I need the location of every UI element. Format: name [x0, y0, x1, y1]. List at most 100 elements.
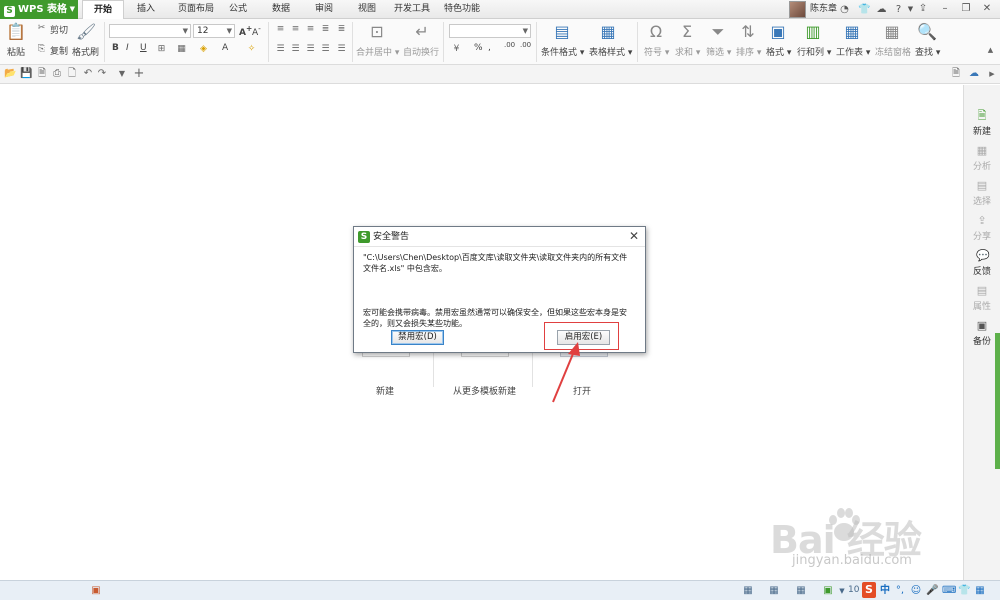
tab-dev-tools[interactable]: 开发工具 [390, 0, 434, 19]
wrap-text-icon[interactable]: ↵ [412, 22, 432, 42]
percent-button[interactable]: % [474, 43, 483, 53]
worksheet-icon[interactable]: ▦ [842, 22, 862, 42]
bold-button[interactable]: B [112, 43, 119, 53]
italic-button[interactable]: I [126, 43, 129, 53]
undo-icon[interactable]: ↶ [82, 68, 94, 80]
underline-button[interactable]: U [140, 43, 147, 53]
template-label[interactable]: 从更多模板新建 [453, 384, 516, 397]
freeze-panes-icon[interactable]: ▦ [882, 22, 902, 42]
decrease-decimal-button[interactable]: .00 [520, 41, 531, 49]
format-painter-button[interactable]: 格式刷 [72, 45, 99, 58]
justify-icon[interactable]: ☰ [320, 44, 331, 55]
message-icon[interactable]: ◔ [838, 3, 851, 16]
cell-border-icon[interactable]: ▦ [176, 44, 187, 55]
chevron-down-icon[interactable]: ▼ [836, 585, 848, 597]
disable-macros-button[interactable]: 禁用宏(D) [391, 330, 444, 345]
keyboard-icon[interactable]: ⌨ [942, 585, 956, 597]
dialog-title-bar[interactable]: S 安全警告 ✕ [354, 227, 645, 247]
customize-dropdown-icon[interactable]: ▼ [116, 68, 128, 80]
rp-select[interactable]: ▤ 选择 [964, 180, 1000, 208]
tab-special[interactable]: 特色功能 [442, 0, 482, 19]
paste-icon[interactable]: 📋 [6, 22, 26, 42]
rp-share[interactable]: ⇪ 分享 [964, 215, 1000, 243]
row-column-button[interactable]: 行和列 ▾ [797, 45, 831, 58]
skin-icon[interactable]: 👕 [858, 3, 871, 16]
currency-icon[interactable]: ¥ [451, 44, 462, 55]
mic-icon[interactable]: 🎤 [926, 585, 938, 597]
redo-icon[interactable]: ↷ [96, 68, 108, 80]
sort-button[interactable]: 排序 ▾ [736, 45, 761, 58]
align-left-icon[interactable]: ☰ [275, 44, 286, 55]
save-as-icon[interactable]: 🗎 [36, 68, 48, 80]
copy-button[interactable]: 复制 [50, 44, 68, 57]
brush-icon[interactable]: 🖌 [76, 22, 96, 42]
macro-record-icon[interactable]: ▣ [90, 585, 102, 597]
shrink-font-icon[interactable]: A- [252, 24, 261, 38]
sum-button[interactable]: 求和 ▾ [675, 45, 700, 58]
cloud-icon[interactable]: ☁ [968, 68, 980, 80]
merge-center-button[interactable]: 合并居中 ▾ [356, 45, 399, 58]
ime-logo-icon[interactable]: S [862, 582, 876, 598]
ime-punct-icon[interactable]: °, [894, 585, 906, 597]
omega-icon[interactable]: Ω [646, 22, 666, 42]
grow-font-icon[interactable]: A+ [239, 24, 252, 38]
rp-analyze[interactable]: ▦ 分析 [964, 145, 1000, 173]
filter-icon[interactable]: ⏷ [708, 22, 728, 42]
tab-home[interactable]: 开始 [82, 0, 124, 20]
align-top-icon[interactable]: ≡ [275, 24, 286, 35]
conditional-format-icon[interactable]: ▤ [552, 22, 572, 42]
font-color-icon[interactable]: A [222, 43, 228, 53]
tab-view[interactable]: 视图 [352, 0, 382, 19]
rp-new[interactable]: 🗎 新建 [964, 110, 1000, 138]
cut-button[interactable]: 剪切 [50, 23, 68, 36]
save-icon[interactable]: 💾 [20, 68, 32, 80]
freeze-panes-button[interactable]: 冻结窗格 [875, 45, 911, 58]
increase-decimal-button[interactable]: .00 [504, 41, 515, 49]
grid-menu-icon[interactable]: ▦ [974, 585, 986, 597]
number-format-select[interactable]: ▼ [449, 24, 531, 38]
close-icon[interactable]: ✕ [979, 2, 995, 16]
table-style-icon[interactable]: ▦ [598, 22, 618, 42]
ime-chinese-icon[interactable]: 中 [879, 585, 891, 597]
tab-insert[interactable]: 插入 [130, 0, 162, 19]
wrap-text-button[interactable]: 自动换行 [403, 45, 439, 58]
format-icon[interactable]: ▣ [768, 22, 788, 42]
conditional-format-button[interactable]: 条件格式 ▾ [541, 45, 584, 58]
clear-format-icon[interactable]: ✧ [246, 44, 257, 55]
find-button[interactable]: 查找 ▾ [915, 45, 940, 58]
font-size-select[interactable]: 12 ▼ [193, 24, 235, 38]
emoji-icon[interactable]: ☺ [910, 585, 922, 597]
row-column-icon[interactable]: ▥ [803, 22, 823, 42]
rp-feedback[interactable]: 💬 反馈 [964, 250, 1000, 278]
align-center-icon[interactable]: ☰ [290, 44, 301, 55]
symbol-button[interactable]: 符号 ▾ [644, 45, 669, 58]
align-right-icon[interactable]: ☰ [305, 44, 316, 55]
thousands-button[interactable]: , [488, 43, 491, 53]
page-layout-view-icon[interactable]: ▦ [768, 585, 780, 597]
border-icon[interactable]: ⊞ [156, 44, 167, 55]
minimize-icon[interactable]: – [937, 2, 953, 16]
more-icon[interactable]: ▶ [986, 68, 998, 80]
reading-mode-icon[interactable]: ▣ [822, 585, 834, 597]
sort-icon[interactable]: ⇅ [738, 22, 758, 42]
print-icon[interactable]: ⎙ [51, 68, 63, 80]
find-icon[interactable]: 🔍 [917, 22, 937, 42]
restore-icon[interactable]: ❐ [958, 2, 974, 16]
collapse-ribbon-icon[interactable]: ▲ [985, 45, 996, 56]
fill-color-icon[interactable]: ◈ [198, 44, 209, 55]
format-button[interactable]: 格式 ▾ [766, 45, 791, 58]
tab-page-layout[interactable]: 页面布局 [170, 0, 222, 19]
add-tab-icon[interactable]: + [133, 67, 145, 80]
print-preview-icon[interactable]: 🗋 [66, 68, 78, 80]
open-folder-icon[interactable]: 📂 [4, 68, 16, 80]
zoom-level[interactable]: 10 [848, 585, 859, 595]
tab-formula[interactable]: 公式 [223, 0, 253, 19]
new-label[interactable]: 新建 [376, 384, 394, 397]
paste-button[interactable]: 粘贴 [7, 45, 25, 58]
dialog-close-button[interactable]: ✕ [627, 229, 641, 244]
rp-properties[interactable]: ▤ 属性 [964, 285, 1000, 313]
filter-button[interactable]: 筛选 ▾ [706, 45, 731, 58]
chat-icon[interactable]: ☁ [875, 3, 888, 16]
tab-review[interactable]: 审阅 [309, 0, 339, 19]
align-bottom-icon[interactable]: ≡ [305, 24, 316, 35]
